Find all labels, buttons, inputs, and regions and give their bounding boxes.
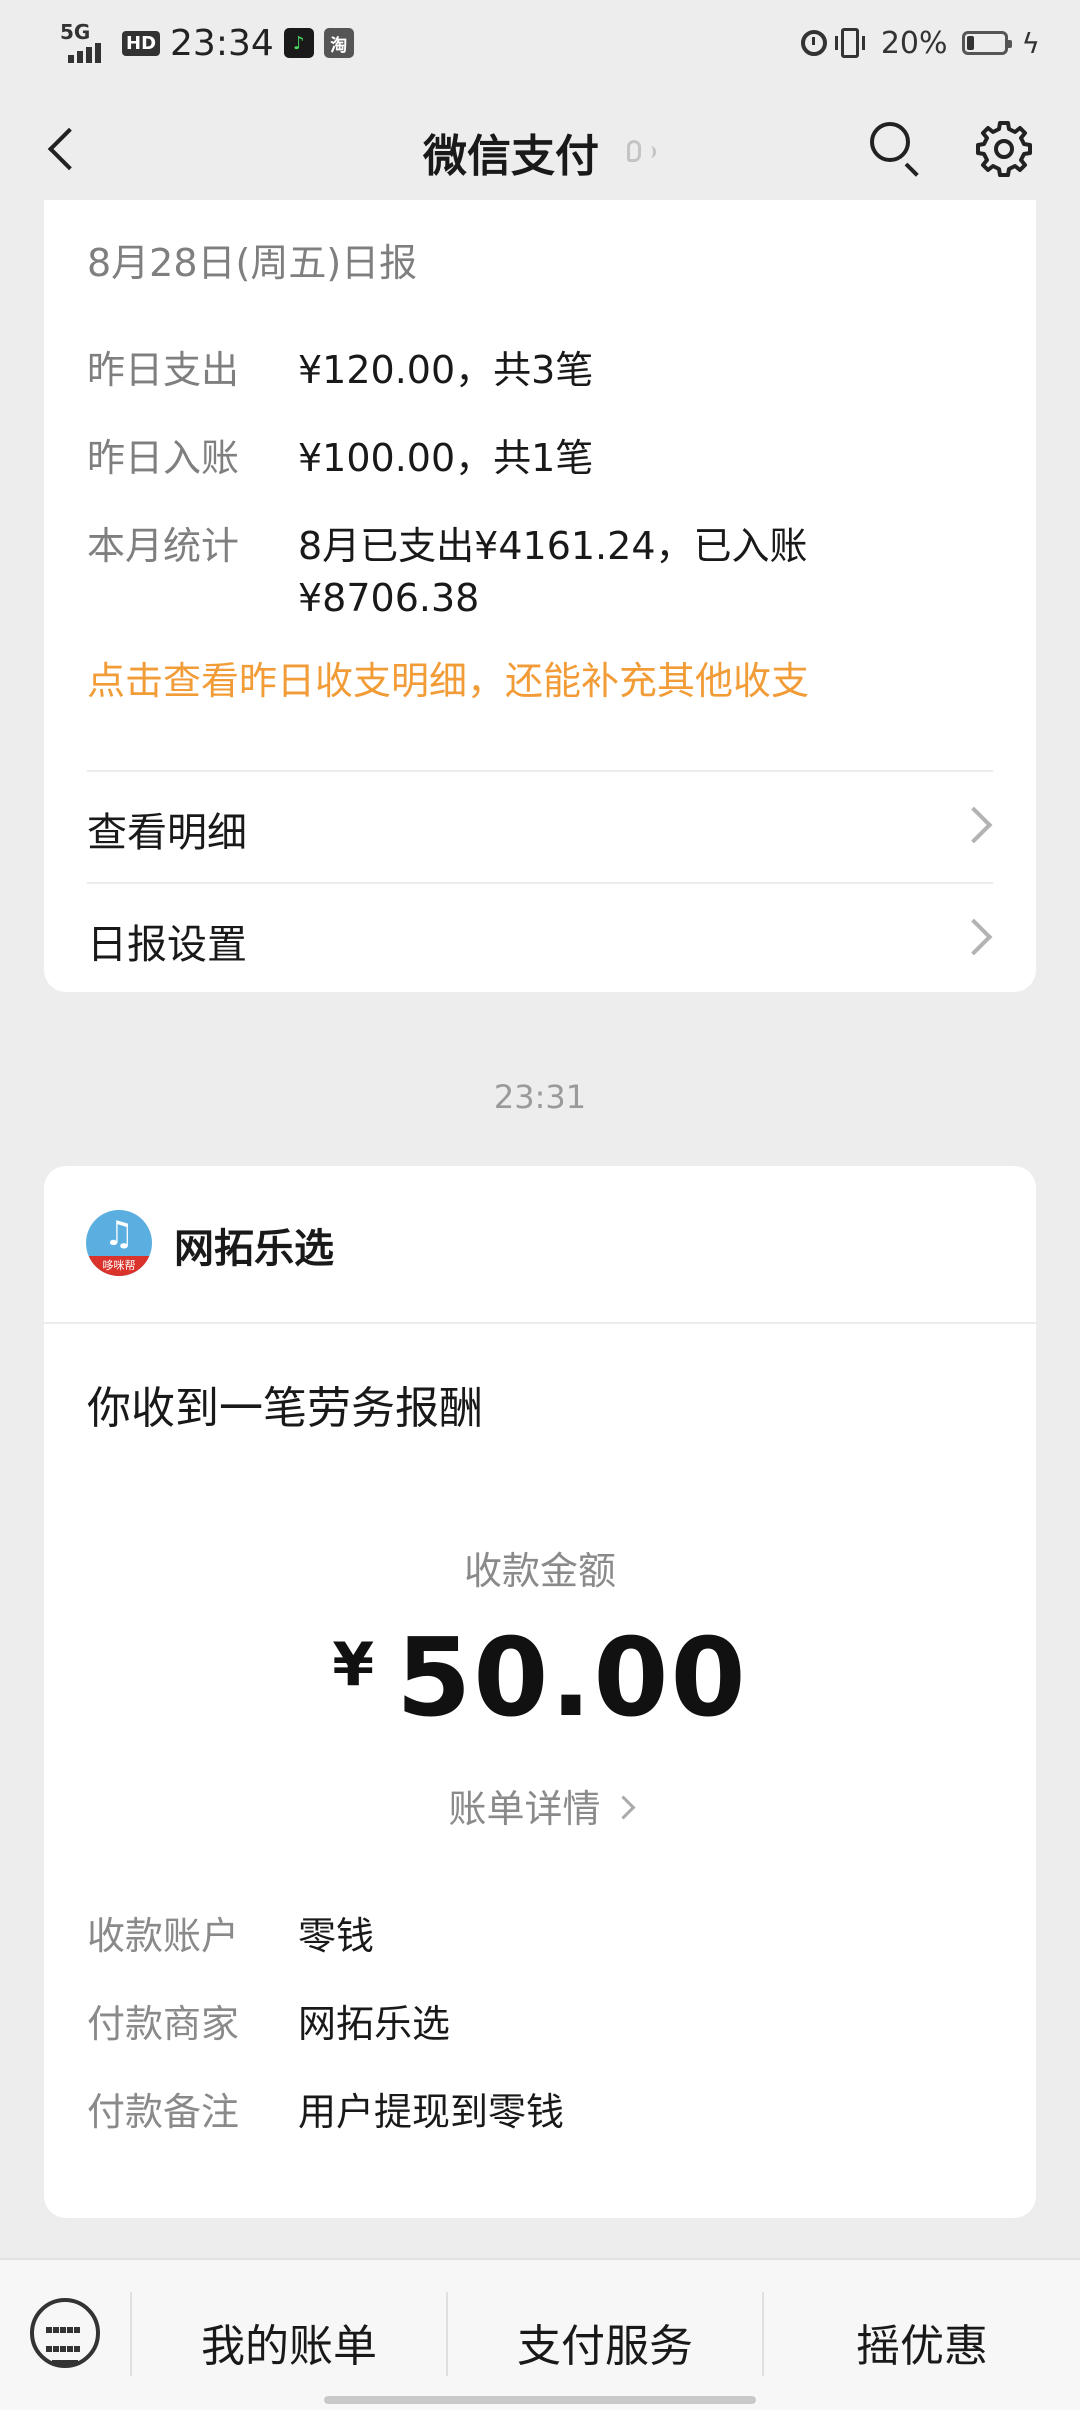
currency-symbol: ¥ (332, 1630, 375, 1700)
battery-percent: 20% (880, 25, 948, 61)
keyboard-icon[interactable] (30, 2298, 100, 2368)
nav-bar: 微信支付 (0, 84, 1080, 214)
row-value: 8月已支出¥4161.24，已入账¥8706.38 (298, 524, 808, 620)
chevron-right-icon (955, 918, 993, 956)
detail-label: 收款账户 (87, 1914, 240, 1958)
detail-value: 用户提现到零钱 (298, 2090, 565, 2134)
merchant-logo: ♫ 哆咪帮 (86, 1210, 152, 1276)
menu-label: 日报设置 (87, 922, 247, 968)
chevron-right-icon (955, 806, 993, 844)
daily-report-card[interactable]: 8月28日(周五)日报 昨日支出 ¥120.00，共3笔 昨日入账 ¥100.0… (44, 200, 1036, 992)
notice-title: 你收到一笔劳务报酬 (87, 1383, 483, 1434)
row-label: 昨日支出 (87, 348, 240, 392)
row-label: 昨日入账 (87, 436, 240, 480)
message-timestamp: 23:31 (493, 1078, 587, 1116)
amount-value: 50.00 (396, 1616, 748, 1741)
music-app-icon: ♪ (283, 28, 314, 58)
alarm-icon (800, 30, 827, 56)
vibrate-icon (834, 28, 865, 58)
status-bar-left: 5G HD 23:34 ♪ 淘 (60, 18, 354, 68)
view-details-item[interactable]: 查看明细 (87, 772, 993, 880)
taobao-app-icon: 淘 (323, 28, 354, 58)
chevron-right-icon (610, 1795, 636, 1820)
report-date: 8月28日(周五)日报 (87, 241, 418, 285)
search-button[interactable] (868, 120, 924, 176)
detail-label: 付款备注 (87, 2090, 240, 2134)
status-bar-right: 20% ϟ (800, 18, 1040, 68)
tab-payment-services[interactable]: 支付服务 (448, 2310, 762, 2372)
report-settings-item[interactable]: 日报设置 (87, 884, 993, 992)
payment-amount: ¥50.00 (44, 1616, 1036, 1741)
detail-value: 零钱 (298, 1914, 375, 1958)
detail-label: 付款商家 (87, 2002, 240, 2046)
merchant-header[interactable]: ♫ 哆咪帮 网拓乐选 (44, 1166, 1036, 1324)
status-time: 23:34 (170, 22, 274, 64)
tab-my-bills[interactable]: 我的账单 (132, 2310, 446, 2372)
payment-notice-card[interactable]: ♫ 哆咪帮 网拓乐选 你收到一笔劳务报酬 收款金额 ¥50.00 账单详情 收款… (44, 1166, 1036, 2218)
charging-icon: ϟ (1021, 26, 1040, 60)
merchant-logo-text: 哆咪帮 (86, 1256, 152, 1276)
earpiece-mode-icon[interactable] (627, 136, 657, 168)
hd-voice-icon: HD (122, 30, 161, 56)
settings-gear-icon[interactable] (974, 118, 1034, 178)
merchant-name: 网拓乐选 (174, 1226, 334, 1272)
bill-detail-label: 账单详情 (448, 1787, 601, 1831)
row-value: ¥100.00，共1笔 (298, 436, 594, 480)
bill-detail-link[interactable]: 账单详情 (44, 1778, 1036, 1833)
amount-label: 收款金额 (463, 1549, 616, 1593)
tab-shake-deals[interactable]: 摇优惠 (764, 2310, 1080, 2372)
home-indicator[interactable] (324, 2396, 756, 2404)
detail-value: 网拓乐选 (298, 2002, 451, 2046)
status-bar: 5G HD 23:34 ♪ 淘 20% ϟ (0, 0, 1080, 84)
row-label: 本月统计 (87, 524, 240, 568)
page-title-text: 微信支付 (423, 131, 599, 182)
merchant-logo-glyph: ♫ (103, 1214, 135, 1254)
battery-icon (961, 31, 1012, 55)
bottom-menu-bar: 我的账单 支付服务 摇优惠 (0, 2258, 1080, 2410)
detail-hint-link[interactable]: 点击查看昨日收支明细，还能补充其他收支 (87, 650, 809, 705)
cellular-signal-icon: 5G (60, 22, 112, 63)
menu-label: 查看明细 (87, 810, 247, 856)
row-value: ¥120.00，共3笔 (298, 348, 594, 392)
